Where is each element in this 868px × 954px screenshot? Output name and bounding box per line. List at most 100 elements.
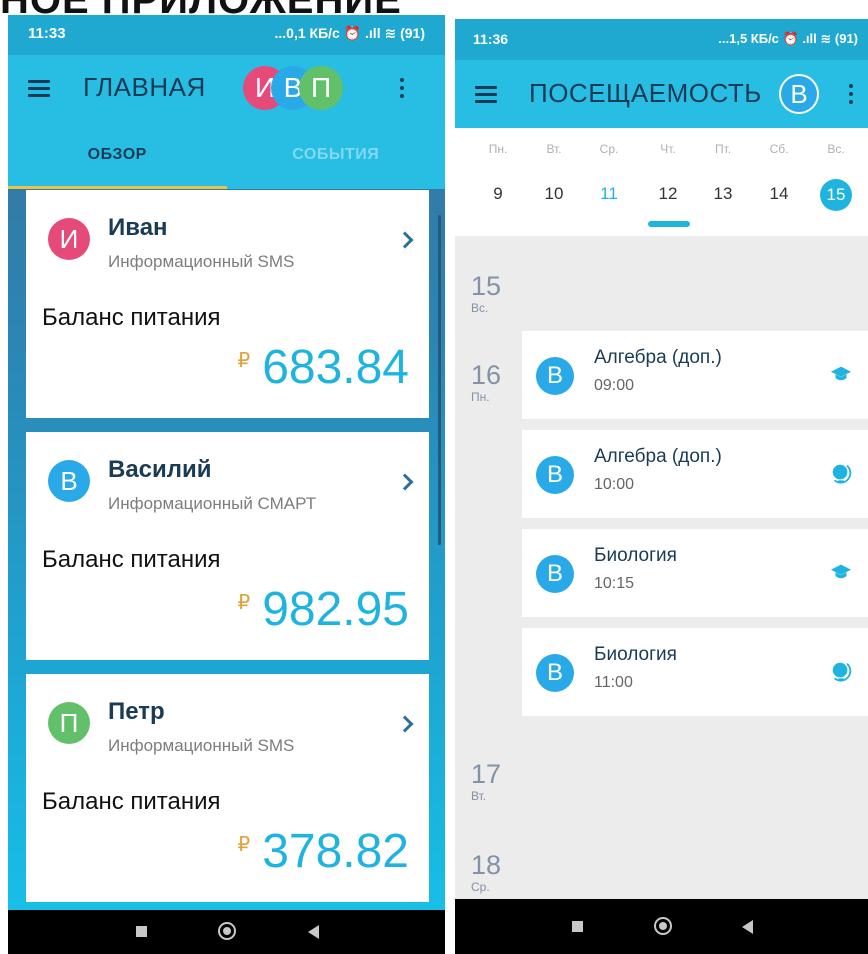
- scrollbar[interactable]: [438, 215, 441, 545]
- day-label-number: 15: [471, 271, 502, 301]
- graduation-cap-icon: [830, 366, 852, 381]
- chevron-right-icon[interactable]: [396, 231, 414, 249]
- chevron-right-icon[interactable]: [396, 473, 414, 491]
- account-plan: Информационный SMS: [108, 736, 295, 755]
- account-plan: Информационный СМАРТ: [108, 494, 317, 513]
- weekday-name: Сб.: [769, 142, 789, 156]
- ruble-icon: ₽: [237, 350, 251, 372]
- account-name: Петр: [108, 698, 165, 725]
- weekday-name: Пн.: [488, 142, 508, 156]
- avatar: В: [536, 654, 574, 692]
- week-strip: Пн. Вт. Ср. Чт. Пт. Сб. Вс. 9 10 11 12 1…: [455, 128, 868, 236]
- event-card[interactable]: В Алгебра (доп.) 10:00: [522, 430, 868, 518]
- avatar: В: [536, 357, 574, 395]
- day-number[interactable]: 12: [648, 184, 688, 204]
- balance-amount: ₽ 683.84: [237, 340, 409, 395]
- day-label: 16 Пн.: [471, 360, 501, 404]
- event-title: Биология: [594, 644, 677, 665]
- event-title: Алгебра (доп.): [594, 446, 722, 467]
- status-time: 11:33: [28, 25, 66, 42]
- tab-bar: ОБЗОР СОБЫТИЯ: [8, 121, 445, 189]
- chevron-right-icon[interactable]: [396, 715, 414, 733]
- menu-icon[interactable]: [28, 80, 50, 97]
- event-time: 10:15: [594, 575, 635, 592]
- avatar: В: [48, 460, 90, 502]
- globe-icon: [832, 464, 852, 484]
- globe-icon: [832, 662, 852, 682]
- home-screen: 11:33 ...0,1 КБ/с ⏰ .ıll ≋ (91) ГЛАВНАЯ …: [8, 15, 445, 954]
- event-time: 09:00: [594, 377, 635, 394]
- event-title: Биология: [594, 545, 677, 566]
- day-label-weekday: Ср.: [471, 880, 490, 894]
- event-time: 11:00: [594, 674, 633, 691]
- balance-amount: ₽ 982.95: [237, 582, 409, 637]
- day-label: 15 Вс.: [471, 271, 501, 315]
- balance-value: 378.82: [262, 825, 409, 878]
- avatar: И: [48, 218, 90, 260]
- tab-indicator: [8, 186, 227, 189]
- avatar: В: [536, 555, 574, 593]
- recents-button[interactable]: [136, 926, 147, 937]
- tab-overview[interactable]: ОБЗОР: [8, 121, 227, 189]
- back-button[interactable]: [308, 925, 319, 939]
- back-button[interactable]: [742, 920, 753, 934]
- page-title: ГЛАВНАЯ: [83, 72, 206, 102]
- day-number[interactable]: 14: [759, 184, 799, 204]
- attendance-screen: 11:36 ...1,5 КБ/с ⏰ .ıll ≋ (91) ПОСЕЩАЕМ…: [455, 19, 868, 954]
- weekday-name: Чт.: [660, 142, 676, 156]
- day-number[interactable]: 10: [534, 184, 574, 204]
- event-card[interactable]: В Алгебра (доп.) 09:00: [522, 331, 868, 419]
- more-options-icon[interactable]: [400, 78, 404, 98]
- balance-label: Баланс питания: [42, 546, 221, 573]
- menu-icon[interactable]: [475, 86, 497, 103]
- event-card[interactable]: В Биология 10:15: [522, 529, 868, 617]
- day-label: 17 Вт.: [471, 759, 501, 803]
- status-indicators: ...1,5 КБ/с ⏰ .ıll ≋ (91): [718, 31, 858, 46]
- day-label-weekday: Пн.: [471, 390, 490, 404]
- graduation-cap-icon: [830, 564, 852, 579]
- account-card[interactable]: В Василий Информационный СМАРТ Баланс пи…: [26, 432, 429, 660]
- day-label-weekday: Вт.: [471, 789, 487, 803]
- balance-amount: ₽ 378.82: [237, 824, 409, 879]
- day-label-weekday: Вс.: [471, 301, 489, 315]
- event-time: 10:00: [594, 476, 635, 493]
- account-card[interactable]: П Петр Информационный SMS Баланс питания…: [26, 674, 429, 902]
- system-nav-bar: [8, 910, 445, 954]
- app-bar: ГЛАВНАЯ И В П: [8, 55, 445, 121]
- tab-events[interactable]: СОБЫТИЯ: [227, 121, 446, 189]
- more-options-icon[interactable]: [849, 84, 853, 104]
- day-number-selected[interactable]: 15: [820, 179, 852, 211]
- weekday-name: Ср.: [599, 142, 619, 156]
- balance-label: Баланс питания: [42, 788, 221, 815]
- day-number[interactable]: 9: [478, 184, 518, 204]
- home-button[interactable]: [218, 922, 236, 940]
- weekday-name: Вт.: [546, 142, 562, 156]
- ruble-icon: ₽: [237, 834, 251, 856]
- weekday-name: Вс.: [827, 142, 845, 156]
- avatar-vasily[interactable]: В: [779, 74, 819, 114]
- status-bar: 11:36 ...1,5 КБ/с ⏰ .ıll ≋ (91): [455, 19, 868, 60]
- day-number-today[interactable]: 11: [589, 184, 629, 204]
- day-label-number: 16: [471, 360, 502, 390]
- avatar: В: [536, 456, 574, 494]
- account-card[interactable]: И Иван Информационный SMS Баланс питания…: [26, 190, 429, 418]
- day-label-number: 17: [471, 759, 502, 789]
- event-title: Алгебра (доп.): [594, 347, 722, 368]
- status-time: 11:36: [473, 31, 509, 47]
- page-title: ПОСЕЩАЕМОСТЬ: [529, 78, 762, 108]
- event-card[interactable]: В Биология 11:00: [522, 628, 868, 716]
- recents-button[interactable]: [572, 921, 583, 932]
- account-plan: Информационный SMS: [108, 252, 295, 271]
- ruble-icon: ₽: [237, 592, 251, 614]
- day-number[interactable]: 13: [703, 184, 743, 204]
- balance-label: Баланс питания: [42, 304, 221, 331]
- avatar: П: [48, 702, 90, 744]
- weekday-name: Пт.: [714, 142, 732, 156]
- status-indicators: ...0,1 КБ/с ⏰ .ıll ≋ (91): [274, 25, 425, 41]
- account-name: Василий: [108, 456, 212, 483]
- balance-value: 683.84: [262, 341, 409, 394]
- account-name: Иван: [108, 214, 168, 241]
- home-button[interactable]: [654, 917, 672, 935]
- day-label-number: 18: [471, 850, 502, 880]
- avatar-petr[interactable]: П: [299, 66, 343, 110]
